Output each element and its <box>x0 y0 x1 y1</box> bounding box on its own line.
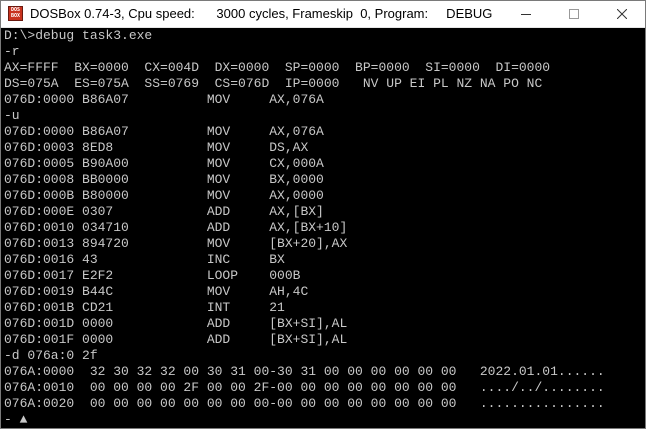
title-bar[interactable]: DOS BOX DOSBox 0.74-3, Cpu speed: 3000 c… <box>1 1 645 28</box>
close-icon <box>617 9 627 19</box>
disassembly-line: 076D:001B CD21 INT 21 <box>4 300 285 315</box>
window-title: DOSBox 0.74-3, Cpu speed: 3000 cycles, F… <box>30 6 493 21</box>
command-prompt[interactable]: - ▲ <box>4 412 27 428</box>
memory-dump-line: 076A:0020 00 00 00 00 00 00 00 00-00 00 … <box>4 396 605 411</box>
minimize-icon <box>521 14 531 15</box>
disassembly-line: 076D:0008 BB0000 MOV BX,0000 <box>4 172 324 187</box>
disassembly-line: 076D:0010 034710 ADD AX,[BX+10] <box>4 220 348 235</box>
register-line: AX=FFFF BX=0000 CX=004D DX=0000 SP=0000 … <box>4 60 551 75</box>
disassembly-line: 076D:0005 B90A00 MOV CX,000A <box>4 156 324 171</box>
disassembly-line: 076D:000E 0307 ADD AX,[BX] <box>4 204 324 219</box>
console-screen[interactable]: D:\>debug task3.exe -r AX=FFFF BX=0000 C… <box>1 28 645 428</box>
disassembly-line: 076D:0003 8ED8 MOV DS,AX <box>4 140 309 155</box>
dosbox-icon: DOS BOX <box>8 6 23 21</box>
console-line: 076D:0000 B86A07 MOV AX,076A <box>4 92 324 107</box>
console-line: D:\>debug task3.exe <box>4 28 153 43</box>
minimize-button[interactable] <box>503 1 549 27</box>
maximize-icon <box>569 9 579 19</box>
dosbox-window: DOS BOX DOSBox 0.74-3, Cpu speed: 3000 c… <box>0 0 646 429</box>
disassembly-line: 076D:0019 B44C MOV AH,4C <box>4 284 309 299</box>
maximize-button[interactable] <box>551 1 597 27</box>
console-line: -u <box>4 108 20 123</box>
disassembly-line: 076D:0013 894720 MOV [BX+20],AX <box>4 236 348 251</box>
disassembly-line: 076D:0017 E2F2 LOOP 000B <box>4 268 301 283</box>
memory-dump-line: 076A:0010 00 00 00 00 2F 00 00 2F-00 00 … <box>4 380 605 395</box>
close-button[interactable] <box>599 1 645 27</box>
console-line: -d 076a:0 2f <box>4 348 98 363</box>
disassembly-line: 076D:001D 0000 ADD [BX+SI],AL <box>4 316 348 331</box>
disassembly-line: 076D:0000 B86A07 MOV AX,076A <box>4 124 324 139</box>
register-line: DS=075A ES=075A SS=0769 CS=076D IP=0000 … <box>4 76 543 91</box>
disassembly-line: 076D:001F 0000 ADD [BX+SI],AL <box>4 332 348 347</box>
disassembly-line: 076D:0016 43 INC BX <box>4 252 285 267</box>
disassembly-line: 076D:000B B80000 MOV AX,0000 <box>4 188 324 203</box>
console-line: -r <box>4 44 20 59</box>
memory-dump-line: 076A:0000 32 30 32 32 00 30 31 00-30 31 … <box>4 364 605 379</box>
